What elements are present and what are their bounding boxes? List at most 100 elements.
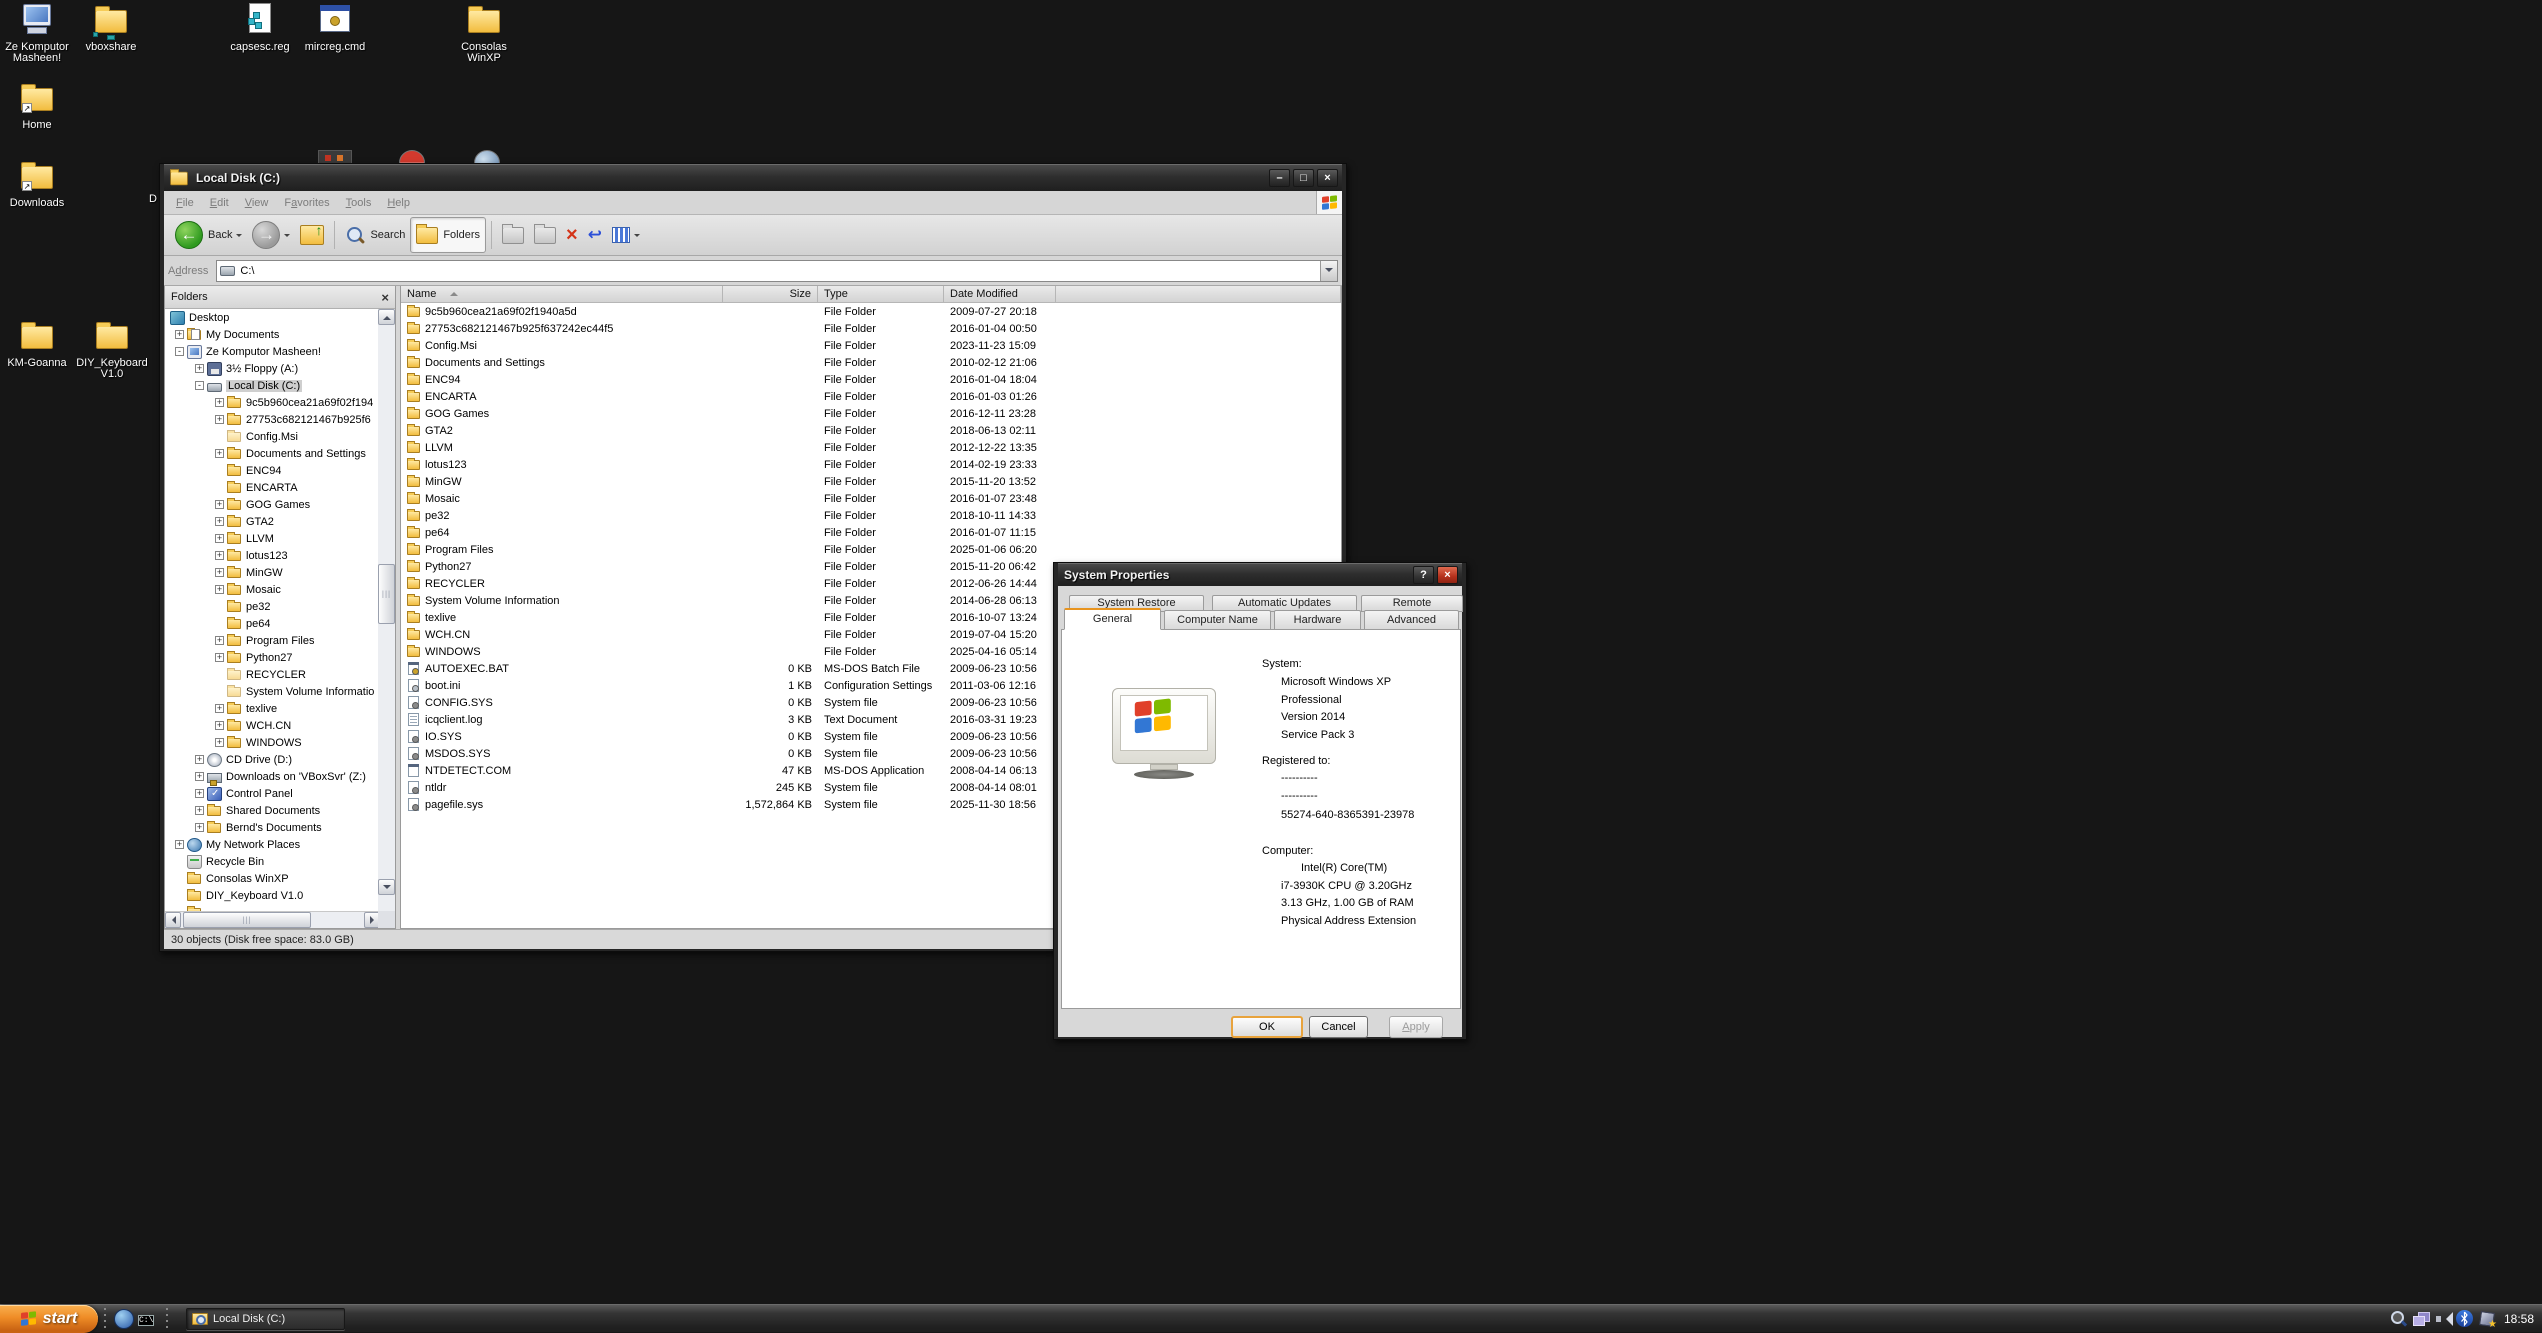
expand-icon[interactable]: +: [215, 551, 224, 560]
tab-hardware[interactable]: Hardware: [1274, 610, 1361, 631]
expand-icon[interactable]: +: [215, 738, 224, 747]
tab-advanced[interactable]: Advanced: [1364, 610, 1459, 631]
taskbar-task-local-disk[interactable]: Local Disk (C:): [186, 1308, 345, 1330]
tree-item-wch-cn[interactable]: +WCH.CN: [165, 717, 380, 734]
menu-tools[interactable]: Tools: [338, 194, 380, 212]
expand-icon[interactable]: +: [215, 704, 224, 713]
magnifier-tray-icon[interactable]: [2390, 1310, 2407, 1327]
tree-item-pe32[interactable]: pe32: [165, 598, 380, 615]
expand-icon[interactable]: +: [195, 755, 204, 764]
views-button[interactable]: [607, 217, 645, 253]
table-row-llvm[interactable]: LLVMFile Folder2012-12-22 13:35: [401, 439, 1341, 456]
tree-item-recycler[interactable]: RECYCLER: [165, 666, 380, 683]
table-row-27753c682121467b925f637242ec44f5[interactable]: 27753c682121467b925f637242ec44f5File Fol…: [401, 320, 1341, 337]
tree-item-9c5b960cea21a69f02f194[interactable]: +9c5b960cea21a69f02f194: [165, 394, 380, 411]
close-button[interactable]: ×: [1317, 169, 1338, 187]
back-button[interactable]: ← Back: [170, 217, 247, 253]
tree-item-mingw[interactable]: +MinGW: [165, 564, 380, 581]
tree-item-program-files[interactable]: +Program Files: [165, 632, 380, 649]
expand-icon[interactable]: +: [215, 517, 224, 526]
table-row-gog-games[interactable]: GOG GamesFile Folder2016-12-11 23:28: [401, 405, 1341, 422]
column-header-name[interactable]: Name: [401, 286, 723, 303]
table-row-pe64[interactable]: pe64File Folder2016-01-07 11:15: [401, 524, 1341, 541]
maximize-button[interactable]: □: [1293, 169, 1314, 187]
tree-item-system-volume-informatio[interactable]: System Volume Informatio: [165, 683, 380, 700]
tree-item-3-floppy-a[interactable]: +3½ Floppy (A:): [165, 360, 380, 377]
tree-item-local-disk-c[interactable]: -Local Disk (C:): [165, 377, 380, 394]
expand-icon[interactable]: +: [215, 568, 224, 577]
desktop-icon-consolas-winxp[interactable]: Consolas WinXP: [444, 2, 524, 64]
desktop-icon-vboxshare[interactable]: vboxshare: [71, 2, 151, 53]
expand-icon[interactable]: +: [215, 585, 224, 594]
table-row-documents-and-settings[interactable]: Documents and SettingsFile Folder2010-02…: [401, 354, 1341, 371]
tree-item-documents-and-settings[interactable]: +Documents and Settings: [165, 445, 380, 462]
menu-help[interactable]: Help: [379, 194, 418, 212]
move-to-button[interactable]: [497, 217, 529, 253]
help-button[interactable]: ?: [1413, 566, 1434, 584]
explorer-titlebar[interactable]: Local Disk (C:) – □ ×: [164, 164, 1342, 191]
tree-item-llvm[interactable]: +LLVM: [165, 530, 380, 547]
cancel-button[interactable]: Cancel: [1309, 1016, 1368, 1038]
tree-item-python27[interactable]: +Python27: [165, 649, 380, 666]
table-row-mosaic[interactable]: MosaicFile Folder2016-01-07 23:48: [401, 490, 1341, 507]
close-folders-pane-button[interactable]: ×: [381, 290, 389, 305]
column-header-date-modified[interactable]: Date Modified: [944, 286, 1056, 303]
tree-item-shared-documents[interactable]: +Shared Documents: [165, 802, 380, 819]
desktop-icon-ze-komputor-masheen[interactable]: Ze Komputor Masheen!: [0, 2, 77, 64]
volume-tray-icon[interactable]: [2434, 1310, 2451, 1327]
tree-item-cd-drive-d[interactable]: +CD Drive (D:): [165, 751, 380, 768]
dialog-titlebar[interactable]: System Properties ? ×: [1058, 563, 1462, 586]
views-dropdown-icon[interactable]: [634, 234, 640, 240]
menu-edit[interactable]: Edit: [202, 194, 237, 212]
desktop-icon-mircreg-cmd[interactable]: mircreg.cmd: [295, 2, 375, 53]
tab-general[interactable]: General: [1064, 608, 1161, 630]
tree-item-gta2[interactable]: +GTA2: [165, 513, 380, 530]
command-prompt-quick-launch-icon[interactable]: C:\: [138, 1315, 154, 1326]
table-row-enc94[interactable]: ENC94File Folder2016-01-04 18:04: [401, 371, 1341, 388]
table-row-pe32[interactable]: pe32File Folder2018-10-11 14:33: [401, 507, 1341, 524]
expand-icon[interactable]: +: [215, 653, 224, 662]
forward-button[interactable]: →: [247, 217, 295, 253]
tree-item-ze-komputor-masheen[interactable]: -Ze Komputor Masheen!: [165, 343, 380, 360]
tree-vertical-scrollbar[interactable]: |||: [378, 309, 395, 912]
menu-file[interactable]: File: [168, 194, 202, 212]
expand-icon[interactable]: +: [215, 449, 224, 458]
expand-icon[interactable]: +: [175, 840, 184, 849]
tree-item-diy-keyboard-v1-0[interactable]: DIY_Keyboard V1.0: [165, 887, 380, 904]
delete-button[interactable]: ×: [561, 217, 583, 253]
taskbar-clock[interactable]: 18:58: [2504, 1312, 2534, 1326]
tree-horizontal-scrollbar[interactable]: |||: [165, 911, 380, 928]
tree-item-mosaic[interactable]: +Mosaic: [165, 581, 380, 598]
apply-button[interactable]: Apply: [1389, 1016, 1443, 1038]
table-row-9c5b960cea21a69f02f1940a5d[interactable]: 9c5b960cea21a69f02f1940a5dFile Folder200…: [401, 303, 1341, 320]
expand-icon[interactable]: +: [215, 415, 224, 424]
expand-icon[interactable]: +: [215, 500, 224, 509]
tree-item-enc94[interactable]: ENC94: [165, 462, 380, 479]
back-dropdown-icon[interactable]: [236, 234, 242, 240]
tree-item-my-documents[interactable]: +My Documents: [165, 326, 380, 343]
tree-item-my-network-places[interactable]: +My Network Places: [165, 836, 380, 853]
tree-item-windows[interactable]: +WINDOWS: [165, 734, 380, 751]
tree-item-texlive[interactable]: +texlive: [165, 700, 380, 717]
desktop-icon-capsesc-reg[interactable]: capsesc.reg: [220, 2, 300, 53]
table-row-mingw[interactable]: MinGWFile Folder2015-11-20 13:52: [401, 473, 1341, 490]
menu-view[interactable]: View: [237, 194, 277, 212]
desktop-icon-home[interactable]: Home: [0, 80, 77, 131]
expand-icon[interactable]: +: [175, 330, 184, 339]
table-row-program-files[interactable]: Program FilesFile Folder2025-01-06 06:20: [401, 541, 1341, 558]
expand-icon[interactable]: +: [195, 789, 204, 798]
start-button[interactable]: start: [0, 1305, 98, 1333]
expand-icon[interactable]: +: [195, 823, 204, 832]
tree-item-desktop[interactable]: Desktop: [165, 309, 380, 326]
desktop-icon-km-goanna[interactable]: KM-Goanna: [0, 318, 77, 369]
tree-item-encarta[interactable]: ENCARTA: [165, 479, 380, 496]
copy-to-button[interactable]: [529, 217, 561, 253]
virtualbox-tray-icon[interactable]: [2478, 1310, 2495, 1327]
expand-icon[interactable]: +: [215, 534, 224, 543]
folders-button[interactable]: Folders: [410, 217, 486, 253]
tree-item-lotus123[interactable]: +lotus123: [165, 547, 380, 564]
forward-dropdown-icon[interactable]: [284, 234, 290, 240]
tree-item-recycle-bin[interactable]: Recycle Bin: [165, 853, 380, 870]
expand-icon[interactable]: +: [195, 772, 204, 781]
address-input[interactable]: C:\: [216, 260, 1338, 282]
